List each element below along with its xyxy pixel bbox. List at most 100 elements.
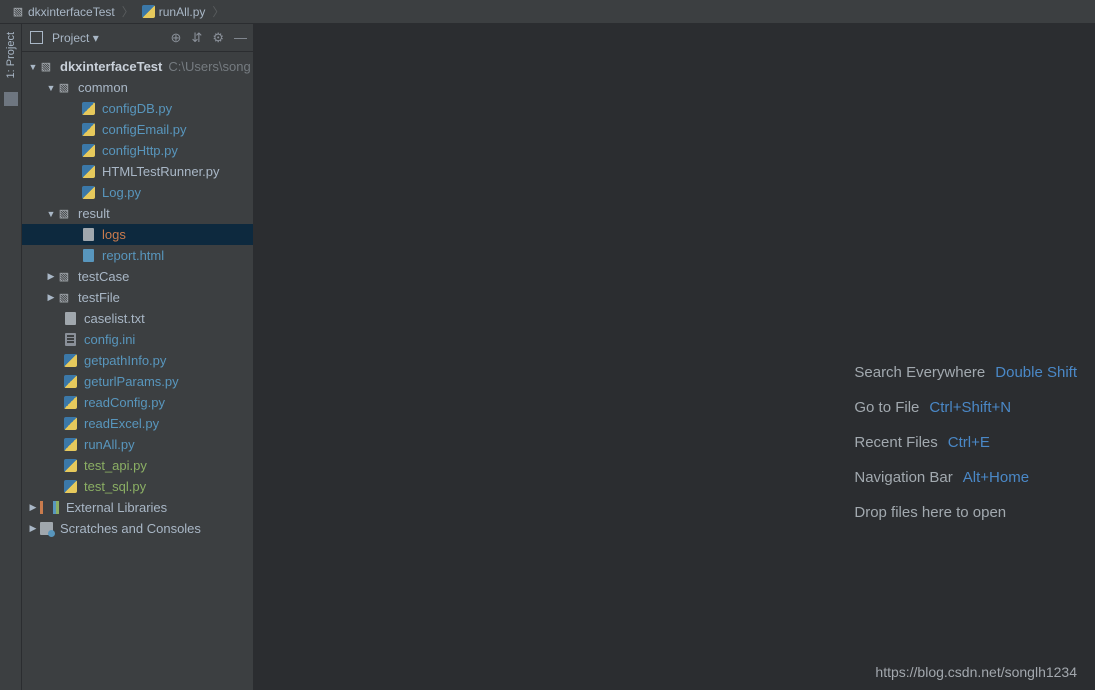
- tree-root[interactable]: ▼ ▧ dkxinterfaceTest C:\Users\song: [22, 56, 253, 77]
- folder-icon: ▧: [56, 291, 72, 305]
- hide-icon[interactable]: —: [234, 30, 247, 46]
- breadcrumb-root-label: dkxinterfaceTest: [28, 5, 115, 19]
- external-libraries-label: External Libraries: [66, 500, 167, 515]
- tree-file[interactable]: configEmail.py: [22, 119, 253, 140]
- folder-icon: ▧: [56, 81, 72, 95]
- chevron-down-icon[interactable]: ▼: [28, 62, 38, 72]
- python-icon: [64, 396, 77, 409]
- tree-external-libraries[interactable]: ▶ External Libraries: [22, 497, 253, 518]
- tip-label: Navigation Bar: [854, 469, 952, 486]
- tree-folder-common[interactable]: ▼ ▧ common: [22, 77, 253, 98]
- scratches-label: Scratches and Consoles: [60, 521, 201, 536]
- breadcrumb-root[interactable]: ▧ dkxinterfaceTest: [6, 5, 119, 19]
- project-tree[interactable]: ▼ ▧ dkxinterfaceTest C:\Users\song ▼ ▧ c…: [22, 52, 253, 690]
- tree-file-logs[interactable]: logs: [22, 224, 253, 245]
- chevron-right-icon[interactable]: ▶: [28, 523, 38, 534]
- tip-row: Search EverywhereDouble Shift: [854, 364, 1077, 381]
- editor-tips: Search EverywhereDouble Shift Go to File…: [854, 364, 1077, 539]
- sidebar-header: Project ▾ ⊕ ⇵ ⚙ —: [22, 24, 253, 52]
- file-icon: [83, 228, 94, 241]
- chevron-right-icon[interactable]: ▶: [46, 271, 56, 282]
- python-icon: [64, 375, 77, 388]
- tree-file[interactable]: caselist.txt: [22, 308, 253, 329]
- tree-file[interactable]: getpathInfo.py: [22, 350, 253, 371]
- gear-icon[interactable]: ⚙: [212, 30, 224, 46]
- gutter-project-tab[interactable]: 1: Project: [5, 32, 17, 78]
- collapse-all-icon[interactable]: ⇵: [191, 30, 202, 46]
- python-icon: [64, 459, 77, 472]
- tip-label: Go to File: [854, 399, 919, 416]
- tree-file[interactable]: report.html: [22, 245, 253, 266]
- breadcrumb-file-label: runAll.py: [159, 5, 206, 19]
- tree-folder-result[interactable]: ▼ ▧ result: [22, 203, 253, 224]
- watermark: https://blog.csdn.net/songlh1234: [875, 664, 1077, 680]
- tip-row: Recent FilesCtrl+E: [854, 434, 1077, 451]
- project-view-icon: [30, 31, 43, 44]
- file-label: caselist.txt: [84, 311, 145, 326]
- tree-file[interactable]: runAll.py: [22, 434, 253, 455]
- chevron-right-icon[interactable]: ▶: [46, 292, 56, 303]
- python-icon: [82, 165, 95, 178]
- library-icon: [40, 501, 53, 514]
- breadcrumb: ▧ dkxinterfaceTest 〉 runAll.py 〉: [0, 0, 1095, 24]
- breadcrumb-file[interactable]: runAll.py: [137, 5, 210, 19]
- file-label: configDB.py: [102, 101, 172, 116]
- tool-window-bar: 1: Project: [0, 24, 22, 690]
- tip-shortcut: Ctrl+Shift+N: [929, 399, 1011, 416]
- file-label: geturlParams.py: [84, 374, 179, 389]
- ini-icon: [65, 333, 76, 346]
- tip-shortcut: Double Shift: [995, 364, 1077, 381]
- file-label: readConfig.py: [84, 395, 165, 410]
- tree-file[interactable]: readExcel.py: [22, 413, 253, 434]
- file-label: getpathInfo.py: [84, 353, 166, 368]
- file-label: config.ini: [84, 332, 135, 347]
- tree-root-label: dkxinterfaceTest: [60, 59, 162, 74]
- file-label: test_sql.py: [84, 479, 146, 494]
- python-icon: [82, 102, 95, 115]
- project-tool-window: Project ▾ ⊕ ⇵ ⚙ — ▼ ▧ dkxinterfaceTest C…: [22, 24, 254, 690]
- folder-icon: ▧: [56, 207, 72, 221]
- tree-file[interactable]: Log.py: [22, 182, 253, 203]
- python-icon: [64, 354, 77, 367]
- tree-file[interactable]: test_api.py: [22, 455, 253, 476]
- tree-file[interactable]: configDB.py: [22, 98, 253, 119]
- folder-icon: ▧: [56, 270, 72, 284]
- file-icon: [65, 312, 76, 325]
- tree-file[interactable]: test_sql.py: [22, 476, 253, 497]
- tree-file[interactable]: readConfig.py: [22, 392, 253, 413]
- file-label: configEmail.py: [102, 122, 187, 137]
- chevron-down-icon[interactable]: ▼: [46, 83, 56, 93]
- tip-label: Recent Files: [854, 434, 937, 451]
- tip-row: Go to File Ctrl+Shift+N: [854, 399, 1077, 416]
- tip-row: Navigation Bar Alt+Home: [854, 469, 1077, 486]
- file-label: HTMLTestRunner.py: [102, 164, 220, 179]
- file-label: report.html: [102, 248, 164, 263]
- editor-empty-state[interactable]: Search EverywhereDouble Shift Go to File…: [254, 24, 1095, 690]
- tree-file[interactable]: config.ini: [22, 329, 253, 350]
- chevron-right-icon[interactable]: ▶: [28, 502, 38, 513]
- tree-file[interactable]: HTMLTestRunner.py: [22, 161, 253, 182]
- tree-file[interactable]: geturlParams.py: [22, 371, 253, 392]
- tip-shortcut: Alt+Home: [963, 469, 1029, 486]
- tree-scratches[interactable]: ▶ Scratches and Consoles: [22, 518, 253, 539]
- tree-folder-testcase[interactable]: ▶ ▧ testCase: [22, 266, 253, 287]
- chevron-down-icon[interactable]: ▼: [46, 209, 56, 219]
- locate-icon[interactable]: ⊕: [171, 30, 182, 46]
- chevron-right-icon: 〉: [119, 3, 137, 20]
- python-icon: [64, 480, 77, 493]
- folder-icon: ▧: [10, 5, 26, 19]
- python-icon: [142, 5, 155, 18]
- folder-label: testCase: [78, 269, 129, 284]
- chevron-right-icon: 〉: [209, 3, 227, 20]
- project-view-selector[interactable]: Project ▾: [52, 31, 99, 45]
- tree-file[interactable]: configHttp.py: [22, 140, 253, 161]
- file-label: readExcel.py: [84, 416, 159, 431]
- scratch-icon: [40, 522, 53, 535]
- folder-label: testFile: [78, 290, 120, 305]
- python-icon: [82, 144, 95, 157]
- structure-icon[interactable]: [4, 92, 18, 106]
- project-view-label: Project: [52, 31, 89, 45]
- file-label: logs: [102, 227, 126, 242]
- tree-folder-testfile[interactable]: ▶ ▧ testFile: [22, 287, 253, 308]
- python-icon: [64, 438, 77, 451]
